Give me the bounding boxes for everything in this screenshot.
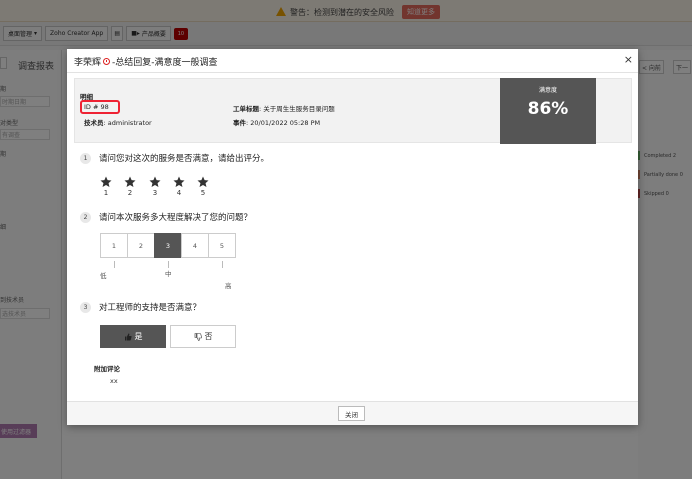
scale-tick <box>114 261 115 268</box>
scale-high-label: 高 <box>225 282 232 290</box>
scale-tick <box>168 261 169 268</box>
event-time: 事件: 20/01/2022 05:28 PM <box>233 117 320 127</box>
yes-label: 是 <box>134 332 143 341</box>
no-label: 否 <box>204 332 213 341</box>
scale-option-3-selected: 3 <box>154 233 182 258</box>
scale-low-label: 低 <box>100 272 107 280</box>
event-label: 事件 <box>233 119 246 127</box>
dialog-footer: 关闭 <box>67 401 638 425</box>
star-icon <box>197 176 209 188</box>
question-text: 对工程师的支持是否满意？ <box>99 303 202 313</box>
star-number: 1 <box>103 189 109 197</box>
request-id: ID # 98 <box>84 103 109 111</box>
question-number: 3 <box>80 302 91 313</box>
technician: 技术员: administrator <box>84 117 152 127</box>
request-subject: 工单标题: 关于周生生服务目录问题 <box>233 103 335 113</box>
star-number: 4 <box>176 189 182 197</box>
question-number: 2 <box>80 212 91 223</box>
star-icon <box>149 176 161 188</box>
thumbs-up-icon <box>124 333 132 341</box>
scale-tick <box>222 261 223 268</box>
star-icon <box>173 176 185 188</box>
question-number: 1 <box>80 153 91 164</box>
details-panel: 明细 ID # 98 技术员: administrator 工单标题: 关于周生… <box>74 78 632 144</box>
comment-value: xx <box>110 377 118 385</box>
survey-response-dialog: 李荣辉 -总结回复-满意度一般调查 × 明细 ID # 98 技术员: admi… <box>67 49 638 425</box>
thumbs-down-icon <box>194 332 202 341</box>
event-value: : 20/01/2022 05:28 PM <box>246 119 321 127</box>
score-value: 86% <box>527 99 569 119</box>
dialog-header: 李荣辉 -总结回复-满意度一般调查 × <box>67 49 638 73</box>
scale-option-2: 2 <box>127 233 155 258</box>
id-value: 98 <box>100 103 109 111</box>
satisfaction-score-box: 满意度 86% <box>500 78 596 144</box>
question-text: 请问本次服务多大程度解决了您的问题？ <box>99 213 253 223</box>
star-number: 2 <box>127 189 133 197</box>
subject-value: : 关于周生生服务目录问题 <box>259 105 335 113</box>
scale-mid-label: 中 <box>165 270 172 278</box>
close-icon[interactable]: × <box>624 54 633 66</box>
star-number: 3 <box>152 189 158 197</box>
dialog-title-text: -总结回复-满意度一般调查 <box>112 58 218 68</box>
star-number: 5 <box>200 189 206 197</box>
technician-value: : administrator <box>103 119 152 127</box>
yes-option-selected: 是 <box>100 325 166 348</box>
clock-icon <box>103 58 111 65</box>
id-label: ID # <box>84 103 99 111</box>
requester-name: 李荣辉 <box>74 58 102 68</box>
question-text: 请问您对这次的服务是否满意，请给出评分。 <box>99 154 270 164</box>
technician-label: 技术员 <box>84 119 104 127</box>
scale-option-4: 4 <box>181 233 209 258</box>
star-icon <box>124 176 136 188</box>
no-option: 否 <box>170 325 236 348</box>
scale-option-1: 1 <box>100 233 128 258</box>
comment-title: 附加评论 <box>94 365 120 373</box>
score-label: 满意度 <box>538 87 557 94</box>
scale-option-5: 5 <box>208 233 236 258</box>
subject-label: 工单标题 <box>233 105 259 113</box>
star-icon <box>100 176 112 188</box>
close-button[interactable]: 关闭 <box>338 406 365 421</box>
dialog-title: 李荣辉 -总结回复-满意度一般调查 <box>74 55 218 68</box>
